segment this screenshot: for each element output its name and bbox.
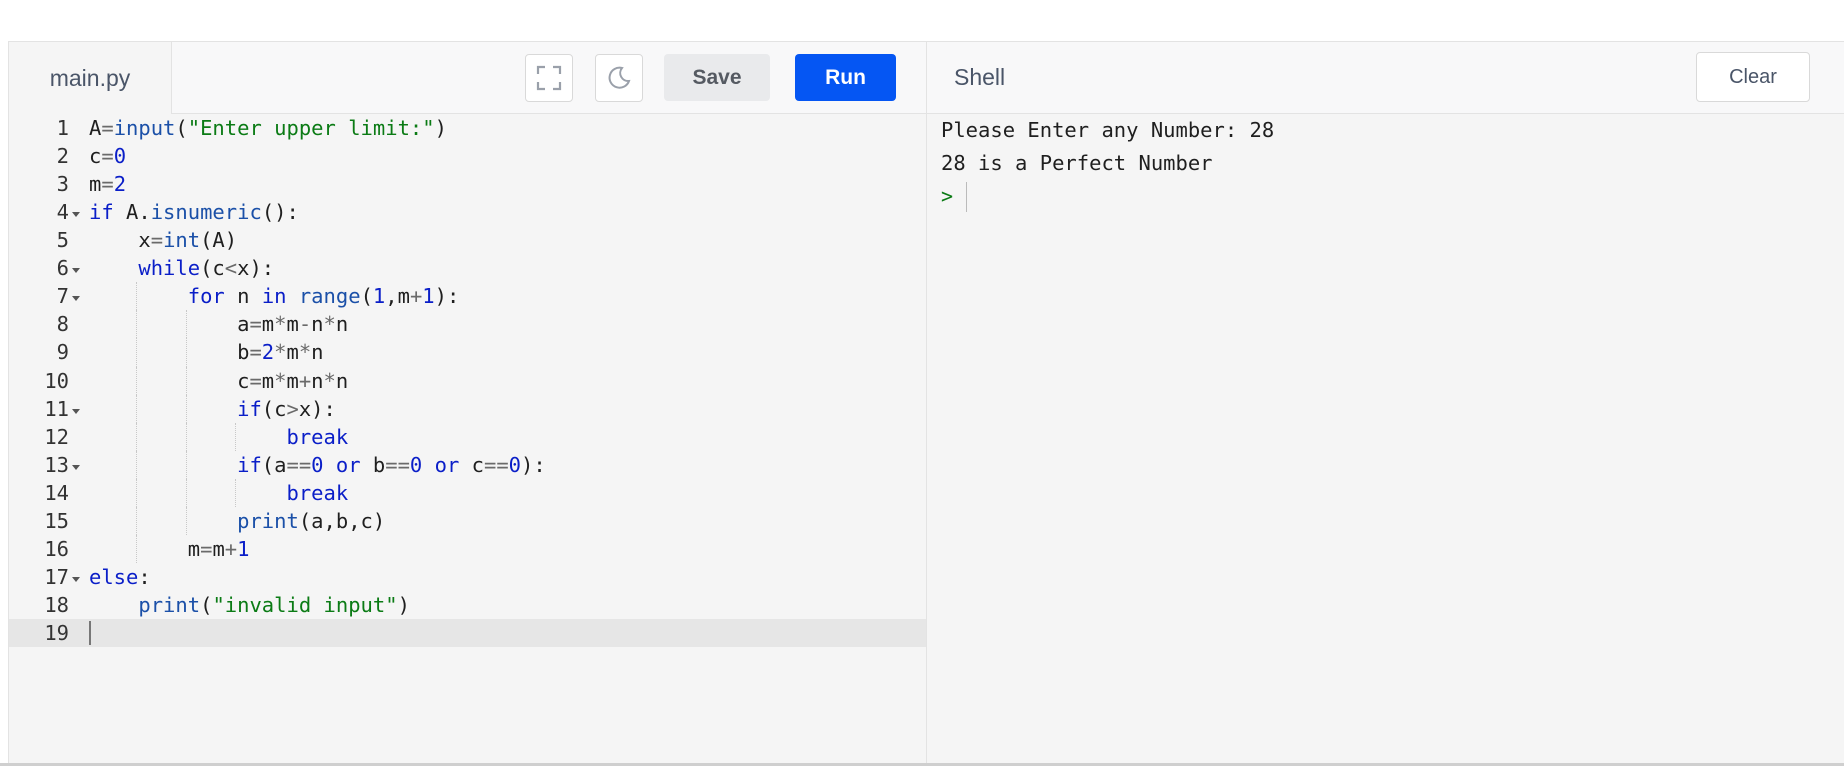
editor-toolbar: main.py Save Run xyxy=(9,42,926,114)
theme-toggle-button[interactable] xyxy=(595,54,643,102)
top-strip xyxy=(0,0,1844,41)
line-number: 7 xyxy=(56,284,69,309)
code-text: m=2 xyxy=(89,172,127,197)
fold-arrow-icon[interactable] xyxy=(72,408,80,414)
shell-header: Shell Clear xyxy=(927,42,1844,114)
line-number: 2 xyxy=(56,144,69,169)
code-text: print("invalid input") xyxy=(138,593,410,618)
code-line[interactable]: 2 c=0 xyxy=(9,142,926,170)
shell-output-line: 28 is a Perfect Number xyxy=(941,151,1213,175)
fullscreen-button[interactable] xyxy=(525,54,573,102)
line-number: 5 xyxy=(56,228,69,253)
fold-arrow-icon[interactable] xyxy=(72,212,80,218)
fold-arrow-icon[interactable] xyxy=(72,576,80,582)
shell-title: Shell xyxy=(954,64,1006,90)
line-number: 10 xyxy=(44,368,69,393)
code-line[interactable]: 11 if(c>x): xyxy=(9,394,926,423)
save-button[interactable]: Save xyxy=(664,54,770,101)
code-text: else: xyxy=(89,564,151,589)
line-number: 17 xyxy=(44,564,69,589)
code-editor[interactable]: 1 A=input("Enter upper limit:") 2 c=0 3 m=2 4 i… xyxy=(9,114,926,764)
line-number: 6 xyxy=(56,256,69,281)
line-number: 11 xyxy=(44,396,69,421)
fullscreen-icon xyxy=(536,65,562,91)
shell-prompt-row[interactable]: > xyxy=(941,180,1274,213)
code-line[interactable]: 13 if(a==0 or b==0 or c==0): xyxy=(9,450,926,479)
code-line[interactable]: 17 else: xyxy=(9,563,926,591)
code-text: x=int(A) xyxy=(89,228,238,253)
line-number: 13 xyxy=(44,452,69,477)
code-text: m=m+1 xyxy=(89,536,250,561)
line-number: 12 xyxy=(44,424,69,449)
line-number: 15 xyxy=(44,508,69,533)
text-cursor xyxy=(89,621,91,646)
line-number: 3 xyxy=(56,172,69,197)
code-text: break xyxy=(286,480,349,505)
code-text: while(c<x): xyxy=(138,256,275,281)
code-text: A=input("Enter upper limit:") xyxy=(89,116,447,140)
fold-arrow-icon[interactable] xyxy=(72,296,80,302)
code-line[interactable]: 8 a=m*m-n*n xyxy=(9,310,926,339)
editor-pane: main.py Save Run 1 A=input("Enter upper l… xyxy=(9,42,927,764)
code-line[interactable]: 1 A=input("Enter upper limit:") xyxy=(9,114,926,142)
code-text: a=m*m-n*n xyxy=(89,312,349,337)
code-line[interactable]: 18 print("invalid input") xyxy=(9,591,926,619)
code-line[interactable]: 14 break xyxy=(9,478,926,507)
code-text: break xyxy=(286,424,349,449)
code-line[interactable]: 3 m=2 xyxy=(9,170,926,198)
code-line[interactable]: 10 c=m*m+n*n xyxy=(9,366,926,395)
line-number: 4 xyxy=(56,200,69,225)
line-number: 14 xyxy=(44,480,69,505)
code-text: c=m*m+n*n xyxy=(89,368,349,393)
code-line[interactable]: 7 for n in range(1,m+1): xyxy=(9,282,926,311)
line-number: 16 xyxy=(44,536,69,561)
line-number: 8 xyxy=(56,312,69,337)
line-number: 19 xyxy=(44,621,69,646)
code-line[interactable]: 4 if A.isnumeric(): xyxy=(9,198,926,226)
line-number: 1 xyxy=(56,116,69,140)
shell-output[interactable]: Please Enter any Number: 28 28 is a Perf… xyxy=(941,114,1274,213)
code-text: c=0 xyxy=(89,144,127,169)
fold-arrow-icon[interactable] xyxy=(72,464,80,470)
fold-arrow-icon[interactable] xyxy=(72,268,80,274)
line-number: 18 xyxy=(44,593,69,618)
code-line[interactable]: 9 b=2*m*n xyxy=(9,338,926,367)
moon-icon xyxy=(608,66,631,89)
code-text: if A.isnumeric(): xyxy=(89,200,299,225)
code-line[interactable]: 6 while(c<x): xyxy=(9,254,926,282)
code-line[interactable]: 12 break xyxy=(9,422,926,451)
code-text: for n in range(1,m+1): xyxy=(187,284,460,309)
shell-pane: Shell Clear Please Enter any Number: 28 … xyxy=(927,42,1844,764)
shell-cursor xyxy=(966,182,967,212)
online-compiler: main.py Save Run 1 A=input("Enter upper l… xyxy=(8,41,1844,764)
file-tab-main-py[interactable]: main.py xyxy=(9,42,172,114)
shell-prompt: > xyxy=(941,184,954,208)
line-number: 9 xyxy=(56,340,69,365)
code-line[interactable]: 19 xyxy=(9,619,926,648)
code-text: print(a,b,c) xyxy=(237,508,386,533)
code-text: b=2*m*n xyxy=(89,340,324,365)
code-text: if(a==0 or b==0 or c==0): xyxy=(237,452,546,477)
shell-output-line: Please Enter any Number: 28 xyxy=(941,118,1275,142)
code-line[interactable]: 16 m=m+1 xyxy=(9,534,926,563)
run-button[interactable]: Run xyxy=(795,54,896,101)
clear-button[interactable]: Clear xyxy=(1696,52,1810,102)
code-line[interactable]: 15 print(a,b,c) xyxy=(9,506,926,535)
code-text: if(c>x): xyxy=(237,396,336,421)
code-line[interactable]: 5 x=int(A) xyxy=(9,226,926,254)
